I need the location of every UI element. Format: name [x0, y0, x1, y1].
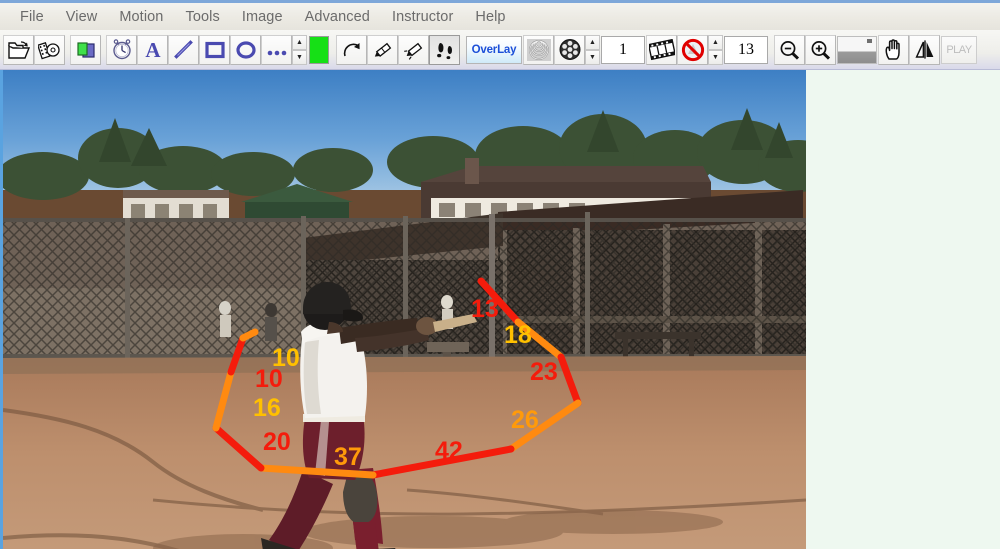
line-tool-icon [174, 40, 193, 59]
spinner-down[interactable]: ▼ [292, 49, 307, 65]
ellipse-tool-button[interactable] [230, 34, 261, 65]
mirror-button[interactable] [909, 34, 940, 65]
ellipse-tool-icon [235, 40, 256, 59]
layers-button[interactable] [70, 34, 101, 65]
film-reel-icon [559, 39, 580, 60]
image-thumbnail-button[interactable] [837, 35, 877, 64]
trace-label-10b: 10 [272, 344, 300, 372]
zoom-out-button[interactable] [774, 34, 805, 65]
video-canvas[interactable]: 13 18 23 26 42 37 20 16 10 10 [0, 70, 806, 549]
application-window: File View Motion Tools Image Advanced In… [0, 0, 1000, 549]
rate-number-field[interactable]: 13 [724, 35, 768, 64]
clock-icon [112, 39, 131, 60]
footprints-icon [436, 43, 452, 60]
film-open-icon [38, 41, 60, 60]
menu-advanced[interactable]: Advanced [295, 7, 380, 27]
zoom-in-icon [811, 40, 831, 60]
menu-instructor[interactable]: Instructor [382, 7, 463, 27]
menu-view[interactable]: View [56, 7, 108, 27]
menu-image[interactable]: Image [232, 7, 293, 27]
svg-text:A: A [145, 39, 161, 60]
trace-label-42: 42 [435, 437, 463, 465]
eraser-button[interactable] [398, 34, 429, 65]
frame-number-field[interactable]: 1 [601, 35, 645, 64]
swirl-icon [526, 38, 551, 61]
rate-spinner[interactable]: ▲ ▼ [708, 34, 723, 65]
menu-bar: File View Motion Tools Image Advanced In… [0, 0, 1000, 30]
film-reel-button[interactable] [554, 34, 585, 65]
menu-help[interactable]: Help [465, 7, 515, 27]
spinner-down[interactable]: ▼ [708, 49, 723, 65]
freehand-dots-icon [267, 50, 286, 55]
zoom-out-icon [780, 40, 800, 60]
folder-open-icon [7, 40, 30, 59]
menu-motion[interactable]: Motion [109, 7, 173, 27]
zoom-in-button[interactable] [805, 34, 836, 65]
filmstrip-icon [648, 38, 675, 60]
spinner-up[interactable]: ▲ [585, 34, 600, 50]
spinner-up[interactable]: ▲ [708, 34, 723, 50]
trace-label-37: 37 [334, 443, 362, 471]
side-panel [806, 70, 1000, 549]
no-entry-icon [681, 38, 704, 61]
rectangle-tool-button[interactable] [199, 34, 230, 65]
freehand-dots-button[interactable] [261, 34, 292, 65]
trace-label-18: 18 [504, 321, 532, 349]
overlay-button[interactable]: OverLay [466, 35, 522, 64]
menu-tools[interactable]: Tools [175, 7, 229, 27]
open-file-button[interactable] [3, 34, 34, 65]
frame-spinner[interactable]: ▲ ▼ [585, 34, 600, 65]
trace-label-26: 26 [511, 406, 539, 434]
trace-label-20: 20 [263, 428, 291, 456]
redo-arrow-icon [343, 42, 360, 56]
pan-button[interactable] [878, 34, 909, 65]
line-tool-button[interactable] [168, 34, 199, 65]
spinner-down[interactable]: ▼ [585, 49, 600, 65]
mirror-flip-icon [914, 40, 933, 59]
swirl-button[interactable] [523, 34, 554, 65]
trace-label-23: 23 [530, 358, 558, 386]
hand-pan-icon [885, 39, 900, 60]
pencil-icon [374, 42, 391, 57]
open-video-button[interactable] [34, 34, 65, 65]
timer-button[interactable] [106, 34, 137, 65]
color-swatch[interactable] [309, 35, 329, 64]
footprints-button[interactable] [429, 34, 460, 65]
text-tool-icon: A [145, 39, 161, 60]
trace-label-13: 13 [471, 295, 499, 323]
redo-button[interactable] [336, 34, 367, 65]
eraser-icon [403, 42, 422, 60]
rectangle-tool-icon [204, 41, 225, 58]
disable-button[interactable] [677, 34, 708, 65]
trace-label-16: 16 [253, 394, 281, 422]
text-tool-button[interactable]: A [137, 34, 168, 65]
layers-icon [76, 41, 95, 58]
spinner-up[interactable]: ▲ [292, 34, 307, 50]
video-frame: 13 18 23 26 42 37 20 16 10 10 [3, 70, 806, 549]
line-width-spinner[interactable]: ▲ ▼ [292, 34, 307, 65]
pencil-button[interactable] [367, 34, 398, 65]
filmstrip-button[interactable] [646, 34, 677, 65]
play-button[interactable]: PLAY [941, 35, 977, 64]
toolbar: A ▲ ▼ OverLay ▲ ▼ 1 ▲ ▼ 13 PLAY [0, 30, 1000, 70]
menu-file[interactable]: File [10, 7, 54, 27]
